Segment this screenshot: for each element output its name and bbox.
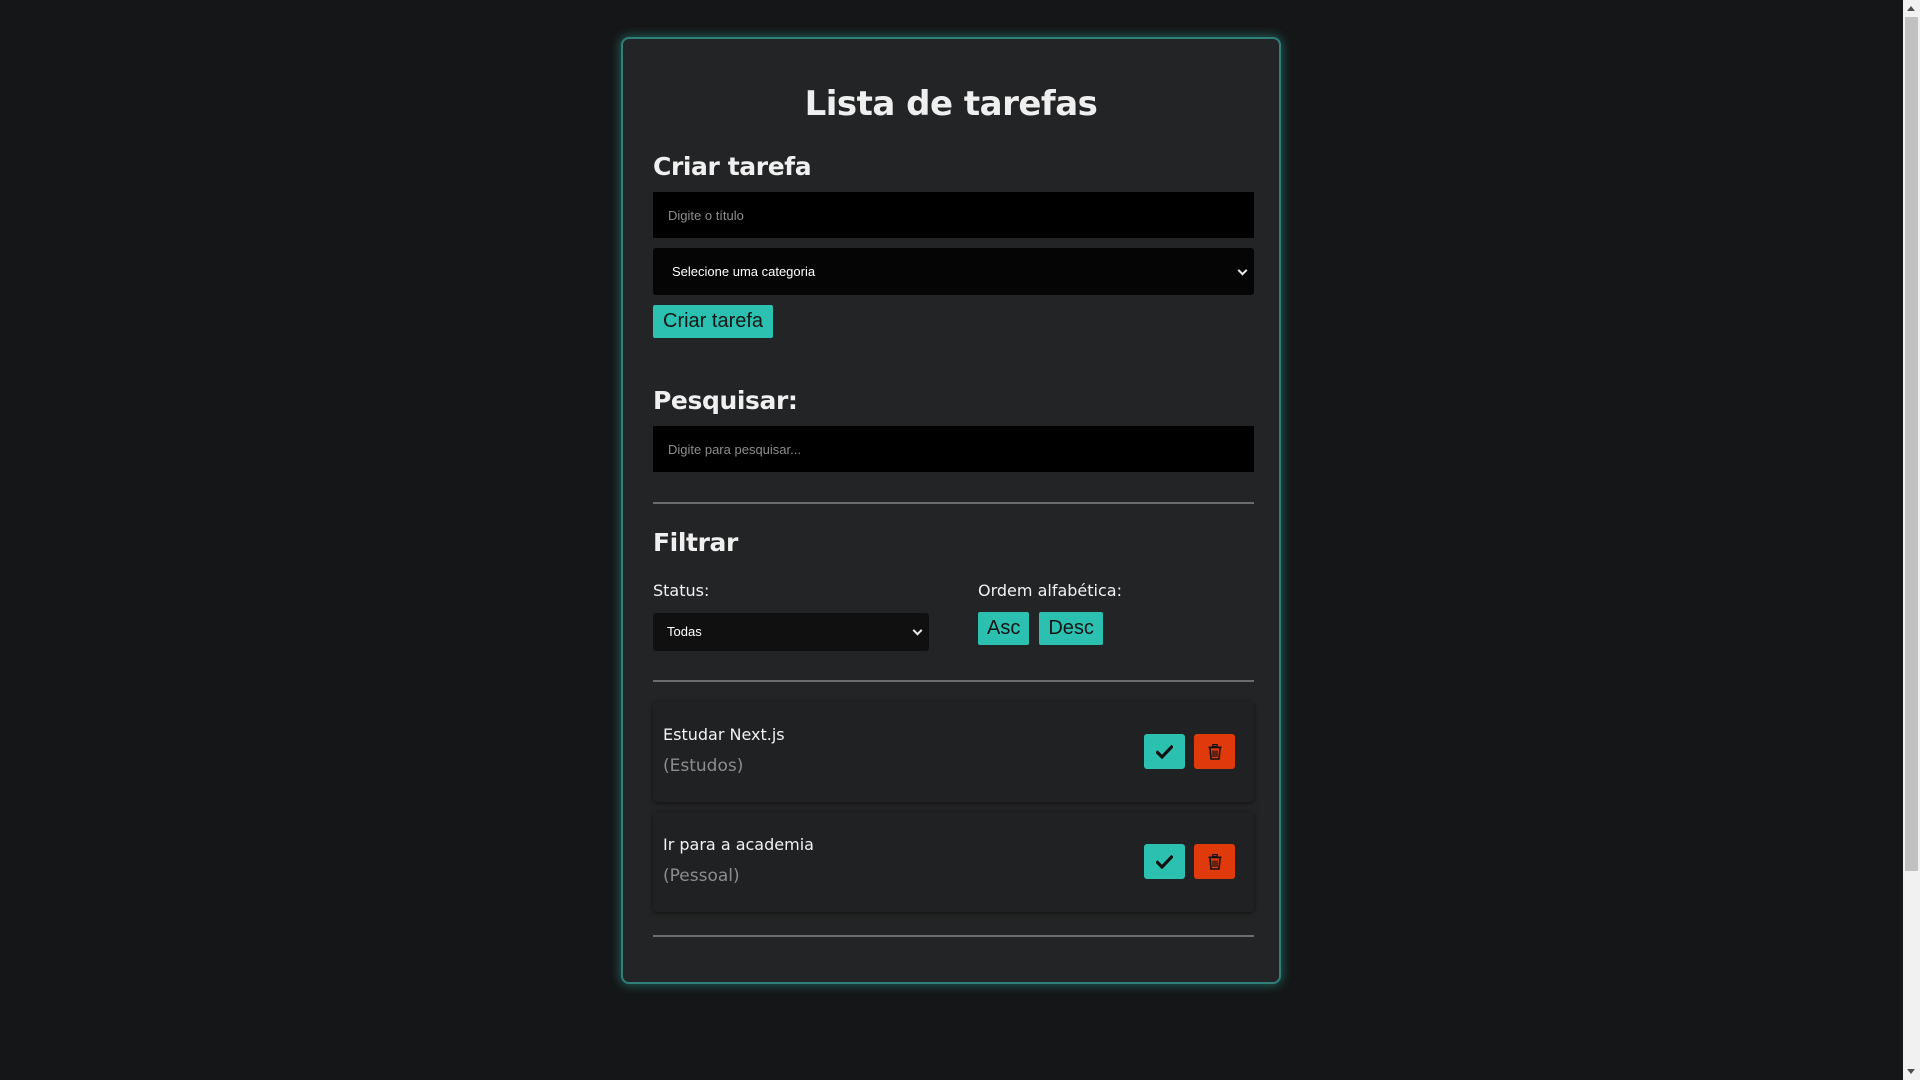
category-select-value: Selecione uma categoria [672, 264, 816, 279]
divider [653, 935, 1254, 937]
create-task-section: Criar tarefa Selecione uma categoria Cri… [653, 152, 1254, 338]
filter-section: Filtrar Status: Todas Ordem alfabética: … [653, 528, 1249, 651]
trash-icon [1208, 853, 1221, 870]
check-icon [1156, 854, 1173, 869]
divider [653, 502, 1254, 504]
sort-buttons: Asc Desc [978, 612, 1122, 645]
page: Lista de tarefas Criar tarefa Selecione … [0, 0, 1920, 1080]
category-select[interactable]: Selecione uma categoria [653, 248, 1254, 295]
create-task-heading: Criar tarefa [653, 152, 812, 181]
complete-task-button[interactable] [1144, 734, 1185, 769]
search-section: Pesquisar: [653, 386, 1254, 472]
sort-asc-button[interactable]: Asc [978, 612, 1030, 645]
filter-row: Status: Todas Ordem alfabética: Asc Desc [653, 581, 1249, 651]
status-label: Status: [653, 581, 710, 600]
sort-desc-button[interactable]: Desc [1039, 612, 1103, 645]
task-item: Ir para a academia (Pessoal) [653, 812, 1254, 912]
chevron-down-icon [912, 625, 923, 636]
filter-heading: Filtrar [653, 528, 738, 557]
create-task-button[interactable]: Criar tarefa [653, 305, 774, 338]
trash-icon [1208, 743, 1221, 760]
complete-task-button[interactable] [1144, 844, 1185, 879]
task-item: Estudar Next.js (Estudos) [653, 702, 1254, 802]
scroll-up-arrow-icon[interactable] [1907, 6, 1915, 11]
page-title: Lista de tarefas [804, 84, 1098, 124]
task-actions [1144, 734, 1235, 769]
status-select-value: Todas [667, 624, 702, 639]
task-list: Estudar Next.js (Estudos) Ir para a acad… [653, 702, 1254, 912]
search-heading: Pesquisar: [653, 386, 798, 415]
sort-filter: Ordem alfabética: Asc Desc [978, 581, 1122, 651]
sort-label: Ordem alfabética: [978, 581, 1122, 600]
page-scrollbar[interactable] [1903, 0, 1920, 1080]
todo-card: Lista de tarefas Criar tarefa Selecione … [621, 37, 1281, 984]
scroll-down-arrow-icon[interactable] [1907, 1069, 1915, 1074]
check-icon [1156, 744, 1173, 759]
task-actions [1144, 844, 1235, 879]
status-select[interactable]: Todas [653, 613, 929, 651]
delete-task-button[interactable] [1194, 734, 1235, 769]
chevron-down-icon [1237, 265, 1248, 276]
task-title-input[interactable] [653, 192, 1254, 238]
delete-task-button[interactable] [1194, 844, 1235, 879]
status-filter: Status: Todas [653, 581, 978, 651]
scrollbar-thumb[interactable] [1905, 17, 1918, 871]
search-input[interactable] [653, 426, 1254, 472]
divider [653, 680, 1254, 682]
